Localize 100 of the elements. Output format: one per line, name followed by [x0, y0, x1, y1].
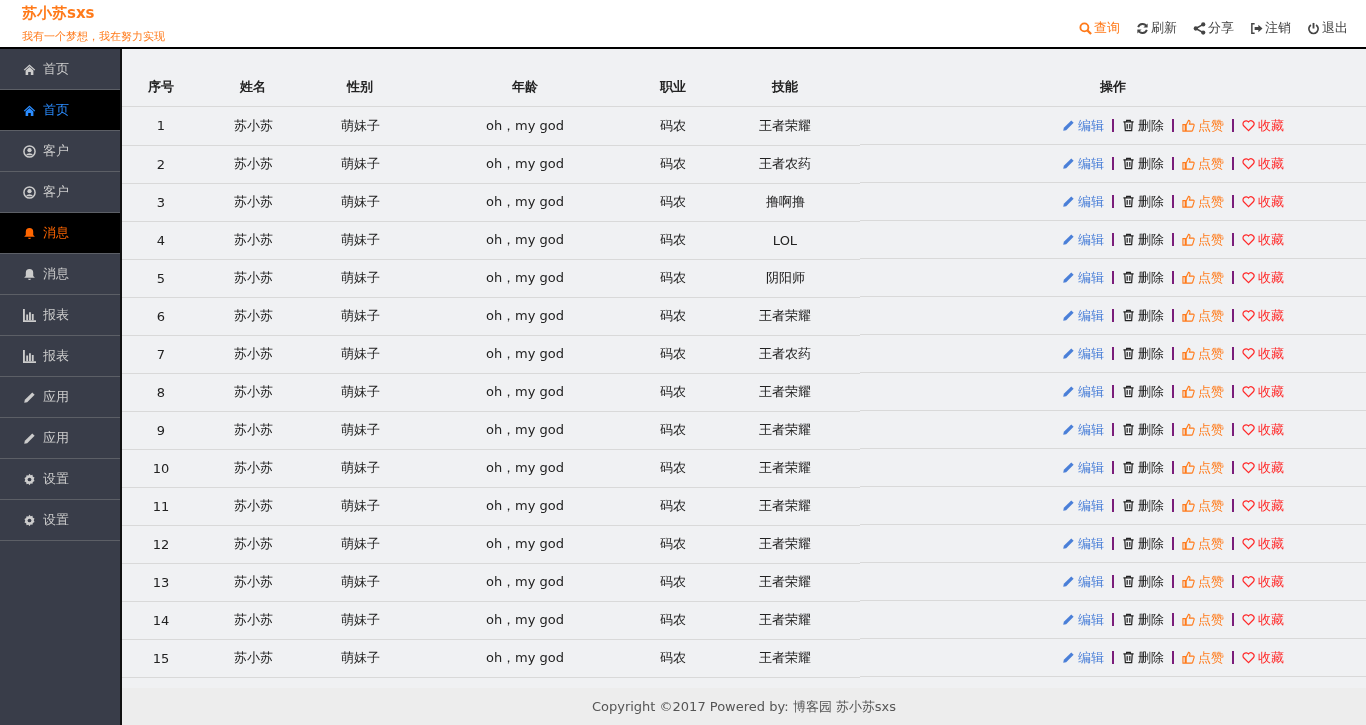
- row-action-link[interactable]: 删除: [1121, 572, 1164, 591]
- row-action-link[interactable]: 点赞: [1181, 534, 1224, 553]
- row-action-link[interactable]: 删除: [1121, 268, 1164, 287]
- table-cell: 码农: [636, 563, 710, 601]
- trash-icon: [1121, 233, 1135, 246]
- row-action-link[interactable]: 点赞: [1181, 306, 1224, 325]
- row-action-link[interactable]: 编辑: [1061, 610, 1104, 629]
- table-cell: oh，my god: [414, 259, 636, 297]
- row-action-link[interactable]: 点赞: [1181, 382, 1224, 401]
- pencil-icon: [1061, 309, 1075, 322]
- sidebar-item[interactable]: 首页: [0, 90, 120, 131]
- row-action-link[interactable]: 编辑: [1061, 496, 1104, 515]
- table-cell: 12: [122, 525, 200, 563]
- heart-icon: [1241, 347, 1255, 360]
- header-action-link[interactable]: 注销: [1250, 19, 1291, 37]
- trash-icon: [1121, 461, 1135, 474]
- row-action-link[interactable]: 点赞: [1181, 154, 1224, 173]
- row-action-link[interactable]: 收藏: [1241, 382, 1284, 401]
- header-action-link[interactable]: 刷新: [1136, 19, 1177, 37]
- table-cell: 1: [122, 106, 200, 145]
- row-action-link[interactable]: 点赞: [1181, 420, 1224, 439]
- pencil-icon: [1061, 613, 1075, 626]
- table-cell: 王者荣耀: [710, 563, 860, 601]
- table-cell: 苏小苏: [200, 411, 306, 449]
- row-action-link[interactable]: 编辑: [1061, 192, 1104, 211]
- header-action-link[interactable]: 退出: [1307, 19, 1348, 37]
- row-action-link[interactable]: 编辑: [1061, 648, 1104, 667]
- thumbs-up-icon: [1181, 157, 1195, 170]
- row-action-link[interactable]: 点赞: [1181, 268, 1224, 287]
- row-action-link[interactable]: 编辑: [1061, 382, 1104, 401]
- row-action-link[interactable]: 编辑: [1061, 306, 1104, 325]
- sidebar-item[interactable]: 消息: [0, 213, 120, 254]
- row-action-link[interactable]: 删除: [1121, 154, 1164, 173]
- row-action-link[interactable]: 删除: [1121, 344, 1164, 363]
- refresh-icon: [1136, 21, 1149, 35]
- row-action-link[interactable]: 点赞: [1181, 230, 1224, 249]
- row-action-link[interactable]: 收藏: [1241, 572, 1284, 591]
- row-action-link[interactable]: 收藏: [1241, 230, 1284, 249]
- row-action-link[interactable]: 删除: [1121, 610, 1164, 629]
- row-action-link[interactable]: 点赞: [1181, 344, 1224, 363]
- header-action-link[interactable]: 查询: [1079, 19, 1120, 37]
- row-action-link[interactable]: 编辑: [1061, 344, 1104, 363]
- row-action-link[interactable]: 点赞: [1181, 572, 1224, 591]
- table-cell: 6: [122, 297, 200, 335]
- row-action-link[interactable]: 删除: [1121, 648, 1164, 667]
- row-action-link[interactable]: 删除: [1121, 496, 1164, 515]
- row-action-link[interactable]: 编辑: [1061, 116, 1104, 135]
- row-action-link[interactable]: 收藏: [1241, 192, 1284, 211]
- pencil-icon: [1061, 195, 1075, 208]
- row-action-link[interactable]: 点赞: [1181, 610, 1224, 629]
- row-action-link[interactable]: 收藏: [1241, 268, 1284, 287]
- table-cell: 萌妹子: [306, 487, 414, 525]
- row-action-link[interactable]: 收藏: [1241, 458, 1284, 477]
- row-action-link[interactable]: 删除: [1121, 458, 1164, 477]
- row-action-link[interactable]: 收藏: [1241, 610, 1284, 629]
- row-action-link[interactable]: 编辑: [1061, 420, 1104, 439]
- row-action-link[interactable]: 收藏: [1241, 116, 1284, 135]
- header-action-link[interactable]: 分享: [1193, 19, 1234, 37]
- row-action-link[interactable]: 收藏: [1241, 306, 1284, 325]
- heart-icon: [1241, 499, 1255, 512]
- row-action-link[interactable]: 删除: [1121, 192, 1164, 211]
- heart-icon: [1241, 537, 1255, 550]
- thumbs-up-icon: [1181, 423, 1195, 436]
- row-action-link[interactable]: 编辑: [1061, 268, 1104, 287]
- row-action-link[interactable]: 编辑: [1061, 534, 1104, 553]
- row-action-link[interactable]: 收藏: [1241, 648, 1284, 667]
- row-action-link[interactable]: 删除: [1121, 382, 1164, 401]
- pencil-icon: [1061, 423, 1075, 436]
- table-cell: 苏小苏: [200, 487, 306, 525]
- row-action-link[interactable]: 删除: [1121, 230, 1164, 249]
- row-action-link[interactable]: 编辑: [1061, 572, 1104, 591]
- row-action-link[interactable]: 收藏: [1241, 534, 1284, 553]
- share-icon: [1193, 21, 1206, 35]
- row-action-link[interactable]: 点赞: [1181, 192, 1224, 211]
- thumbs-up-icon: [1181, 461, 1195, 474]
- row-action-link[interactable]: 点赞: [1181, 648, 1224, 667]
- row-action-link[interactable]: 编辑: [1061, 230, 1104, 249]
- table-cell: 苏小苏: [200, 145, 306, 183]
- table-cell: 11: [122, 487, 200, 525]
- table-cell: oh，my god: [414, 335, 636, 373]
- row-action-link[interactable]: 删除: [1121, 420, 1164, 439]
- row-action-link[interactable]: 编辑: [1061, 154, 1104, 173]
- row-action-link[interactable]: 点赞: [1181, 458, 1224, 477]
- row-action-link[interactable]: 收藏: [1241, 496, 1284, 515]
- row-action-link[interactable]: 删除: [1121, 116, 1164, 135]
- row-action-link[interactable]: 删除: [1121, 306, 1164, 325]
- table-cell: 王者荣耀: [710, 297, 860, 335]
- trash-icon: [1121, 651, 1135, 664]
- row-action-link[interactable]: 点赞: [1181, 496, 1224, 515]
- column-header: 姓名: [200, 68, 306, 107]
- table-cell: 4: [122, 221, 200, 259]
- row-action-link[interactable]: 编辑: [1061, 458, 1104, 477]
- row-action-link[interactable]: 收藏: [1241, 420, 1284, 439]
- table-cell: oh，my god: [414, 563, 636, 601]
- thumbs-up-icon: [1181, 233, 1195, 246]
- row-action-link[interactable]: 收藏: [1241, 344, 1284, 363]
- row-action-link[interactable]: 点赞: [1181, 116, 1224, 135]
- row-action-link[interactable]: 收藏: [1241, 154, 1284, 173]
- row-action-link[interactable]: 删除: [1121, 534, 1164, 553]
- table-cell: 码农: [636, 449, 710, 487]
